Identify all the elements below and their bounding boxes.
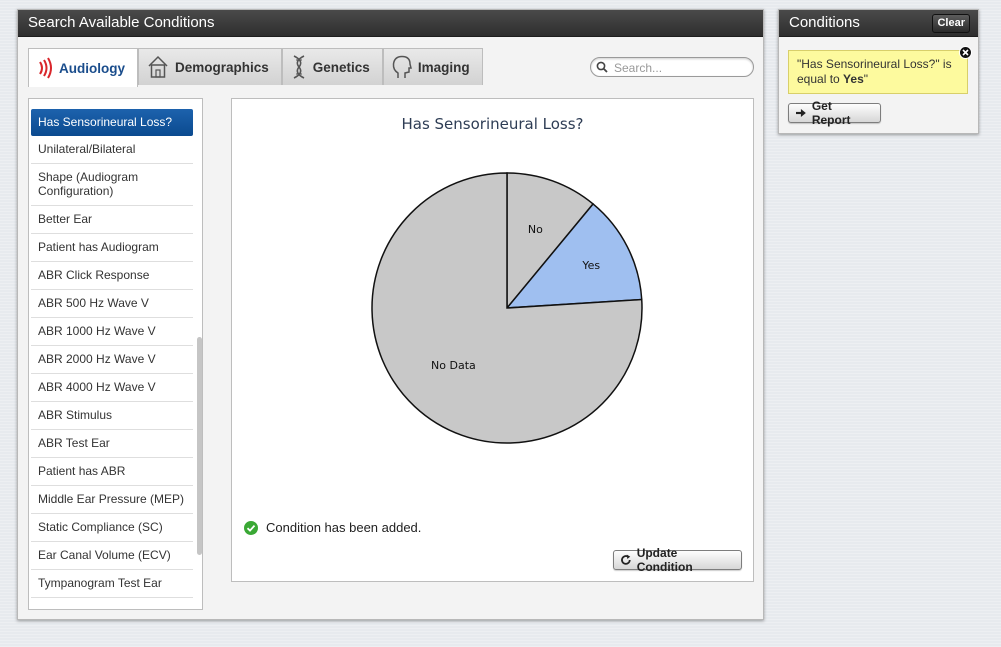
search-icon [596, 61, 608, 73]
search-input[interactable] [612, 59, 751, 77]
list-item[interactable]: Patient has Audiogram [31, 234, 193, 262]
list-item[interactable]: Middle Ear Pressure (MEP) [31, 486, 193, 514]
list-item[interactable]: ABR Test Ear [31, 430, 193, 458]
tab-label: Imaging [417, 59, 470, 75]
conditions-panel: Conditions Clear "Has Sensorineural Loss… [778, 9, 979, 134]
condition-suffix: " [863, 72, 869, 86]
category-tabs: Audiology Demographics Genetics Imaging [28, 48, 483, 87]
condition-note: "Has Sensorineural Loss?" is equal to Ye… [788, 46, 972, 94]
tab-demographics[interactable]: Demographics [138, 48, 282, 85]
status-text: Condition has been added. [266, 520, 422, 535]
head-icon [392, 55, 412, 78]
house-icon [148, 55, 168, 78]
clear-button[interactable]: Clear [932, 14, 970, 33]
panel-title: Search Available Conditions [18, 10, 763, 37]
list-item[interactable]: Patient has ABR [31, 458, 193, 486]
list-item-selected[interactable]: Has Sensorineural Loss? [31, 109, 193, 136]
list-item[interactable]: Tympanogram Test Ear [31, 570, 193, 598]
tab-imaging[interactable]: Imaging [382, 48, 483, 85]
update-button-label: Update Condition [636, 546, 693, 574]
status-message: Condition has been added. [244, 520, 421, 535]
audiology-icon [39, 57, 52, 79]
success-check-icon [244, 520, 258, 535]
search-field[interactable] [590, 57, 754, 77]
list-item[interactable]: ABR 2000 Hz Wave V [31, 346, 193, 374]
pie-label: No Data [431, 359, 476, 372]
list-item[interactable]: Static Compliance (SC) [31, 514, 193, 542]
report-button-label: Get Report [811, 99, 851, 127]
tab-label: Audiology [59, 60, 125, 76]
list-item[interactable]: ABR 500 Hz Wave V [31, 290, 193, 318]
list-scrollbar[interactable] [197, 337, 202, 555]
tab-genetics[interactable]: Genetics [281, 48, 383, 85]
chart-area: Has Sensorineural Loss? No Yes No Data Con… [231, 98, 754, 582]
list-item[interactable]: Ear Canal Volume (ECV) [31, 542, 193, 570]
dna-icon [293, 55, 305, 79]
condition-text: "Has Sensorineural Loss?" is equal to [797, 57, 952, 86]
pie-label: No [528, 223, 543, 236]
conditions-list: Has Sensorineural Loss? Unilateral/Bilate… [28, 98, 203, 610]
list-item[interactable]: ABR 4000 Hz Wave V [31, 374, 193, 402]
tab-label: Demographics [175, 59, 269, 75]
refresh-icon [621, 554, 631, 565]
close-icon[interactable] [959, 46, 972, 59]
pie-chart: No Yes No Data [371, 172, 643, 444]
list-item[interactable]: Better Ear [31, 206, 193, 234]
update-condition-button[interactable]: Update Condition [613, 546, 742, 574]
list-item[interactable]: ABR Stimulus [31, 402, 193, 430]
arrow-right-icon [795, 109, 806, 117]
get-report-button[interactable]: Get Report [788, 99, 881, 127]
conditions-title: Conditions Clear [779, 10, 978, 37]
list-item[interactable]: ABR Click Response [31, 262, 193, 290]
list-item[interactable]: Shape (Audiogram Configuration) [31, 164, 193, 206]
pie-label: Yes [581, 259, 600, 272]
tab-label: Genetics [312, 59, 370, 75]
search-conditions-panel: Search Available Conditions Audiology De… [17, 9, 764, 620]
condition-value: Yes [843, 72, 864, 86]
conditions-title-text: Conditions [789, 14, 860, 31]
tab-audiology[interactable]: Audiology [28, 48, 138, 87]
list-item[interactable]: ABR 1000 Hz Wave V [31, 318, 193, 346]
list-item[interactable]: Unilateral/Bilateral [31, 136, 193, 164]
